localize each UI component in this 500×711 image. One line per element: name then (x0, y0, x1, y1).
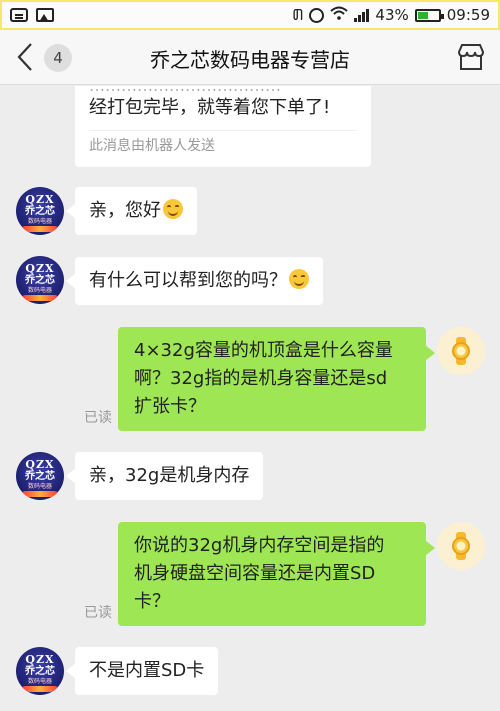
message-bubble-received[interactable]: 亲，您好 (66, 187, 197, 235)
watch-icon (437, 327, 485, 375)
shop-avatar[interactable]: QZX 乔之芯 数码电器 (16, 647, 64, 695)
store-icon (457, 44, 485, 70)
bluetooth-icon: 𖬒 (292, 6, 304, 24)
smile-emoji-icon (289, 269, 309, 289)
message-line: 啊？32g指的是机身容量还是sd (134, 368, 388, 389)
watch-icon (437, 522, 485, 570)
read-receipt: 已读 (84, 605, 112, 621)
user-avatar[interactable] (437, 327, 485, 375)
cut-off-text: ……………………………… (89, 86, 357, 94)
page-title: 乔之芯数码电器专营店 (150, 48, 350, 72)
signal-icon (354, 8, 370, 22)
battery-icon (414, 8, 444, 22)
message-bubble-received[interactable]: 亲，32g是机身内存 (65, 452, 264, 500)
shop-avatar[interactable]: QZX 乔之芯 数码电器 (16, 187, 64, 235)
robot-note: 此消息由机器人发送 (89, 130, 357, 155)
shop-avatar[interactable]: QZX 乔之芯 数码电器 (16, 256, 64, 304)
message-line: 4×32g容量的机顶盒是什么容量 (134, 340, 393, 361)
message-line: 扩张卡？ (134, 396, 206, 417)
wifi-icon (330, 6, 349, 24)
message-line: 你说的32g机身内存空间是指的 (134, 535, 385, 556)
message-bubble-received[interactable]: 不是内置SD卡 (65, 647, 219, 695)
message-bubble-received[interactable]: ……………………………… 经打包完毕，就等着您下单了! 此消息由机器人发送 (75, 86, 371, 167)
message-line: 机身硬盘空间容量还是内置SD (134, 563, 376, 584)
message-text: 亲，32g是机身内存 (89, 465, 250, 486)
store-button[interactable] (456, 43, 486, 71)
message-bubble-sent[interactable]: 4×32g容量的机顶盒是什么容量 啊？32g指的是机身容量还是sd 扩张卡？ (118, 327, 435, 431)
message-icon (10, 8, 28, 22)
shop-avatar[interactable]: QZX 乔之芯 数码电器 (16, 452, 64, 500)
message-text: 不是内置SD卡 (89, 660, 205, 681)
status-bar: 𖬒 43% 09:59 (0, 0, 500, 30)
battery-percent: 43% (375, 6, 409, 24)
image-icon (36, 8, 54, 22)
alarm-icon (309, 7, 325, 23)
message-line: 卡？ (134, 591, 170, 612)
smile-emoji-icon (163, 199, 183, 219)
message-text: 亲，您好 (89, 200, 161, 221)
message-text: 有什么可以帮到您的吗？ (89, 270, 287, 291)
message-bubble-sent[interactable]: 你说的32g机身内存空间是指的 机身硬盘空间容量还是内置SD 卡？ (118, 522, 435, 626)
chat-area[interactable]: ……………………………… 经打包完毕，就等着您下单了! 此消息由机器人发送 QZ… (0, 86, 500, 711)
clock-time: 09:59 (446, 6, 490, 24)
message-text: 经打包完毕，就等着您下单了! (89, 97, 331, 118)
message-bubble-received[interactable]: 有什么可以帮到您的吗？ (66, 257, 323, 305)
user-avatar[interactable] (437, 522, 485, 570)
chat-header: 4 乔之芯数码电器专营店 (0, 30, 500, 85)
read-receipt: 已读 (84, 410, 112, 426)
